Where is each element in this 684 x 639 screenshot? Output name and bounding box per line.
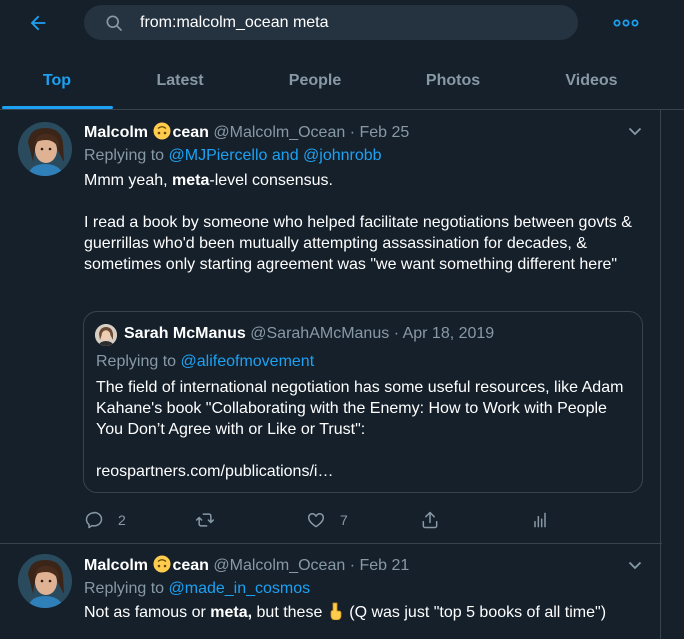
bar-chart-icon — [534, 512, 546, 528]
replying-to: Replying to @made_in_cosmos — [84, 579, 310, 599]
avatar[interactable] — [18, 122, 72, 176]
mention-link[interactable]: @MJPiercello — [169, 147, 268, 164]
retweet-icon — [195, 513, 215, 527]
chevron-down-icon — [628, 127, 642, 136]
heart-icon — [307, 513, 325, 528]
tweet-date[interactable]: Feb 21 — [359, 557, 409, 574]
tab-people[interactable]: People — [246, 52, 384, 109]
replying-to: Replying to @MJPiercello and @johnrobb — [84, 146, 382, 166]
search-query[interactable]: from:malcolm_ocean meta — [140, 13, 329, 33]
author-name[interactable]: Malcolm cean — [84, 555, 209, 574]
avatar[interactable] — [95, 324, 117, 346]
arrow-left-icon — [30, 15, 46, 31]
quoted-tweet-text: The field of international negotiation h… — [96, 377, 636, 482]
tab-photos[interactable]: Photos — [384, 52, 522, 109]
quoted-author-handle[interactable]: @SarahAMcManus — [250, 325, 389, 342]
quoted-author-name[interactable]: Sarah McManus — [124, 325, 246, 342]
like-count: 7 — [340, 512, 348, 528]
search-tabs: Top Latest People Photos Videos — [0, 52, 684, 110]
pointing-down-emoji — [327, 602, 345, 621]
tweet-menu-button[interactable] — [624, 120, 646, 142]
quoted-link[interactable]: reospartners.com/publications/i… — [96, 461, 636, 482]
more-icon — [613, 19, 639, 27]
tweet-header: Malcolm cean @Malcolm_Ocean · Feb 25 — [84, 122, 409, 143]
quoted-tweet[interactable]: Sarah McManus @SarahAMcManus · Apr 18, 2… — [83, 311, 643, 493]
tweet-menu-button[interactable] — [624, 554, 646, 576]
top-bar: from:malcolm_ocean meta — [0, 0, 684, 52]
more-options-button[interactable] — [606, 10, 646, 36]
text-segment: but these — [252, 604, 327, 621]
tweet-actions: 2 7 — [84, 508, 564, 532]
text-segment: Mmm yeah, — [84, 172, 173, 189]
text-segment: Not as famous or — [84, 604, 211, 621]
reply-count: 2 — [118, 512, 126, 528]
author-handle[interactable]: @Malcolm_Ocean — [213, 124, 345, 141]
upside-down-face-emoji — [153, 122, 171, 140]
share-button[interactable] — [420, 508, 440, 532]
quoted-tweet-header: Sarah McManus @SarahAMcManus · Apr 18, 2… — [124, 324, 494, 344]
separator: · — [349, 124, 356, 141]
search-input[interactable]: from:malcolm_ocean meta — [84, 5, 578, 40]
avatar-image — [18, 122, 72, 176]
like-button[interactable]: 7 — [306, 508, 348, 532]
tab-top[interactable]: Top — [0, 52, 114, 109]
tweet[interactable]: Malcolm cean @Malcolm_Ocean · Feb 25 Rep… — [0, 110, 662, 544]
text-segment: -level consensus. — [209, 172, 333, 189]
author-name-part: cean — [172, 124, 209, 141]
highlighted-term: meta, — [210, 604, 253, 621]
highlighted-term: meta — [172, 172, 210, 189]
avatar[interactable] — [18, 554, 72, 608]
tab-latest[interactable]: Latest — [114, 52, 246, 109]
reply-icon — [85, 511, 103, 529]
replying-to-label: Replying to — [84, 147, 165, 164]
replying-to-label: Replying to — [84, 580, 165, 597]
author-handle[interactable]: @Malcolm_Ocean — [213, 557, 345, 574]
separator: · — [393, 325, 400, 342]
tweet-text: Mmm yeah, meta-level consensus. I read a… — [84, 170, 644, 275]
search-icon — [106, 15, 122, 31]
text-paragraph: The field of international negotiation h… — [96, 379, 624, 438]
reply-button[interactable]: 2 — [84, 508, 126, 532]
mention-link[interactable]: @made_in_cosmos — [169, 580, 311, 597]
tweet-date[interactable]: Feb 25 — [359, 124, 409, 141]
back-button[interactable] — [20, 8, 56, 38]
author-name-part: cean — [172, 557, 209, 574]
avatar-image — [95, 324, 117, 346]
mention-link[interactable]: @johnrobb — [303, 147, 382, 164]
tweet[interactable]: Malcolm cean @Malcolm_Ocean · Feb 21 Rep… — [0, 544, 662, 639]
tweet-text: Not as famous or meta, but these (Q was … — [84, 602, 644, 623]
avatar-image — [18, 554, 72, 608]
author-name[interactable]: Malcolm cean — [84, 122, 209, 141]
retweet-button[interactable] — [195, 508, 229, 532]
replying-to-label: Replying to — [96, 353, 177, 370]
text-paragraph: I read a book by someone who helped faci… — [84, 214, 632, 273]
upside-down-face-emoji — [153, 555, 171, 573]
quoted-tweet-date[interactable]: Apr 18, 2019 — [403, 325, 495, 342]
replying-and: and — [271, 147, 299, 164]
replying-to: Replying to @alifeofmovement — [96, 352, 314, 372]
tab-videos[interactable]: Videos — [522, 52, 661, 109]
tweet-header: Malcolm cean @Malcolm_Ocean · Feb 21 — [84, 555, 409, 576]
separator: · — [349, 557, 356, 574]
mention-link[interactable]: @alifeofmovement — [181, 353, 315, 370]
author-name-part: Malcolm — [84, 557, 149, 574]
analytics-button[interactable] — [530, 508, 550, 532]
author-name-part: Malcolm — [84, 124, 149, 141]
text-segment: (Q was just "top 5 books of all time") — [344, 604, 607, 621]
share-icon — [422, 511, 438, 529]
chevron-down-icon — [628, 561, 642, 570]
